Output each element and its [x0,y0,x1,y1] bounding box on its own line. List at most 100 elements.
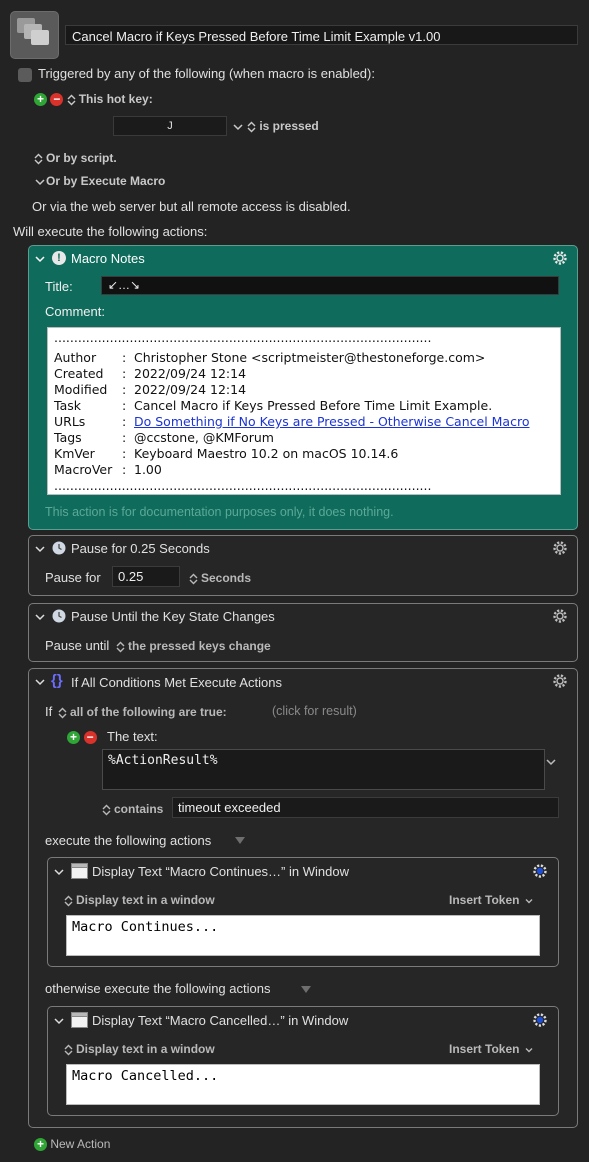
notes-row: Author: Christopher Stone <scriptmeister@… [54,350,554,366]
collapse-chevron-icon[interactable] [34,253,46,265]
insert-token-label: Insert Token [449,893,520,907]
chevron-down-icon[interactable] [545,756,557,768]
display-mode-popup[interactable]: Display text in a window [64,893,215,907]
condition-mode-label: all of the following are true: [70,705,227,719]
window-icon [71,1012,88,1028]
condition-buttons: + − [67,729,97,745]
window-icon [71,863,88,879]
pause-until-popup[interactable]: the pressed keys change [116,639,271,653]
remove-condition-icon[interactable]: − [83,731,97,745]
notes-title-field[interactable]: ↙…↘ [101,276,559,295]
trigger-header: Triggered by any of the following (when … [18,66,375,82]
updown-icon [64,895,73,907]
cancelled-text-field[interactable]: Macro Cancelled... [66,1064,540,1105]
notes-icon: ! [52,251,66,265]
hotkey-field[interactable]: J [113,116,227,136]
text-condition-field[interactable]: %ActionResult% [102,749,545,790]
notes-footer: This action is for documentation purpose… [45,505,394,519]
chevron-down-icon[interactable] [34,176,46,188]
insert-token-button[interactable]: Insert Token [449,893,535,907]
notes-colon: : [122,414,127,429]
notes-key: URLs [54,414,86,429]
pause-label: Pause for [45,570,101,585]
notes-value: Christopher Stone <scriptmeister@theston… [134,350,486,365]
execute-macro-trigger[interactable]: Or by Execute Macro [34,174,165,188]
gear-icon[interactable] [531,862,549,880]
contains-popup[interactable]: contains [102,802,163,816]
remove-trigger-icon[interactable]: − [50,93,64,107]
notes-comment-field[interactable]: ........................................… [47,327,561,495]
notes-key: MacroVer [54,462,113,477]
collapse-chevron-icon[interactable] [34,611,46,623]
actions-header: Will execute the following actions: [13,224,208,239]
notes-value: 2022/09/24 12:14 [134,366,247,381]
updown-icon[interactable] [67,94,76,106]
continues-text-field[interactable]: Macro Continues... [66,915,540,956]
triangle-down-icon[interactable] [301,986,311,994]
pause-action[interactable]: Pause for 0.25 Seconds Pause for 0.25 Se… [28,535,578,596]
notes-colon: : [122,446,127,461]
add-action-icon: + [34,1138,47,1152]
then-label-text: execute the following actions [45,833,212,848]
if-title: If All Conditions Met Execute Actions [71,675,282,690]
notes-rows: Author: Christopher Stone <scriptmeister@… [54,350,554,478]
contains-label: contains [114,802,164,816]
notes-value: 1.00 [134,462,162,477]
insert-token-label: Insert Token [449,1042,520,1056]
notes-value: Cancel Macro if Keys Pressed Before Time… [134,398,493,413]
hotkey-mode-label: is pressed [259,119,319,133]
updown-icon [64,1044,73,1056]
hotkey-trigger-row: + − This hot key: [34,92,153,107]
display-mode-popup[interactable]: Display text in a window [64,1042,215,1056]
pause-unit-popup[interactable]: Seconds [189,571,251,585]
display-text-continues-action[interactable]: Display Text “Macro Continues…” in Windo… [47,857,559,967]
notes-row: Modified:2022/09/24 12:14 [54,382,554,398]
script-trigger-label: Or by script. [46,151,117,165]
updown-icon [58,707,67,719]
notes-key: Tags [54,430,82,445]
notes-key: Author [54,350,97,365]
new-action-button[interactable]: + New Action [34,1137,110,1152]
trigger-header-label: Triggered by any of the following (when … [38,66,375,81]
notes-url-link[interactable]: Do Something if No Keys are Pressed - Ot… [134,414,529,430]
notes-value: Keyboard Maestro 10.2 on macOS 10.14.6 [134,446,399,461]
add-trigger-icon[interactable]: + [34,93,47,107]
condition-mode-popup[interactable]: all of the following are true: [58,705,227,719]
pause-seconds-field[interactable]: 0.25 [112,566,180,587]
chevron-down-icon[interactable] [232,121,244,133]
gear-icon[interactable] [551,539,569,557]
macro-notes-action[interactable]: ! Macro Notes Title: ↙…↘ Comment: ......… [28,245,578,530]
hotkey-label: This hot key: [78,92,153,106]
continues-title: Display Text “Macro Continues…” in Windo… [92,864,349,879]
click-for-result[interactable]: (click for result) [272,704,357,718]
if-action[interactable]: {} If All Conditions Met Execute Actions… [28,668,578,1128]
add-condition-icon[interactable]: + [67,731,80,745]
notes-title: Macro Notes [71,251,145,266]
notes-key: Task [54,398,81,413]
clock-icon [52,609,66,623]
clock-icon [52,541,66,555]
notes-colon: : [122,462,127,477]
triangle-down-icon[interactable] [235,837,245,845]
pause-until-action[interactable]: Pause Until the Key State Changes Pause … [28,603,578,662]
collapse-chevron-icon[interactable] [34,543,46,555]
macro-icon[interactable] [10,11,59,59]
trigger-checkbox[interactable] [18,67,32,82]
pause-unit-label: Seconds [201,571,252,585]
updown-icon [189,573,198,585]
collapse-chevron-icon[interactable] [34,676,46,688]
gear-icon[interactable] [531,1011,549,1029]
pause-until-title: Pause Until the Key State Changes [71,609,275,624]
gear-icon[interactable] [551,249,569,267]
gear-icon[interactable] [551,607,569,625]
hotkey-mode[interactable]: is pressed [232,119,319,133]
script-trigger[interactable]: Or by script. [34,151,117,165]
chevron-down-icon [525,1047,533,1053]
collapse-chevron-icon[interactable] [53,866,65,878]
contains-field[interactable]: timeout exceeded [172,797,559,818]
collapse-chevron-icon[interactable] [53,1015,65,1027]
macro-name-field[interactable]: Cancel Macro if Keys Pressed Before Time… [65,25,578,45]
gear-icon[interactable] [551,672,569,690]
display-text-cancelled-action[interactable]: Display Text “Macro Cancelled…” in Windo… [47,1006,559,1116]
insert-token-button[interactable]: Insert Token [449,1042,535,1056]
